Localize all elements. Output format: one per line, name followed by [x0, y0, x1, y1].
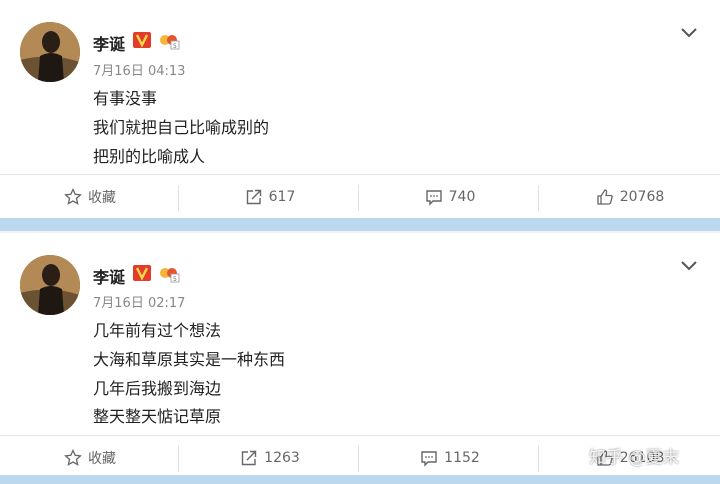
favorite-button[interactable]: 收藏	[0, 175, 180, 219]
author-name[interactable]: 李诞	[93, 264, 125, 288]
repost-button[interactable]: 617	[180, 175, 360, 219]
post-text-line: 把别的比喻成人	[93, 147, 206, 166]
weibo-post: 李诞 5 7月16日 04:13 有事没事 我们就把自己比喻成别的 把别的比喻成…	[0, 0, 720, 218]
post-text-line: 几年前有过个想法	[93, 321, 222, 340]
comment-icon	[421, 451, 437, 467]
crown-badge-icon: 5	[158, 30, 180, 50]
divider	[178, 446, 179, 472]
repost-icon	[241, 450, 257, 466]
svg-text:5: 5	[173, 276, 177, 283]
like-icon	[597, 189, 613, 205]
repost-icon	[246, 189, 261, 205]
post-text-line: 整天整天惦记草原	[93, 407, 222, 426]
comment-button[interactable]: 740	[360, 175, 540, 219]
star-icon	[64, 449, 82, 466]
divider	[538, 446, 539, 472]
avatar[interactable]	[20, 255, 80, 315]
star-icon	[64, 188, 82, 205]
crown-badge-icon: 5	[158, 263, 180, 283]
repost-count: 1263	[264, 450, 300, 466]
post-separator	[0, 218, 720, 233]
svg-text:5: 5	[173, 43, 177, 50]
bottom-separator	[0, 475, 720, 484]
divider	[538, 185, 539, 211]
favorite-label: 收藏	[88, 451, 116, 467]
favorite-button[interactable]: 收藏	[0, 436, 180, 480]
post-text-line: 有事没事	[93, 89, 158, 108]
divider	[178, 185, 179, 211]
comment-icon	[425, 190, 442, 206]
avatar-image	[20, 22, 80, 82]
post-text-line: 几年后我搬到海边	[93, 379, 222, 398]
watermark: 知乎 @夏末	[589, 448, 680, 468]
repost-count: 617	[268, 189, 296, 205]
chevron-down-icon[interactable]	[680, 24, 698, 38]
comment-count: 1152	[444, 450, 480, 466]
post-text-line: 大海和草原其实是一种东西	[93, 350, 286, 369]
action-bar: 收藏 617 740 20768	[0, 174, 720, 218]
verified-v-icon	[133, 32, 151, 48]
comment-button[interactable]: 1152	[360, 436, 540, 480]
verified-v-icon	[133, 265, 151, 281]
post-date: 7月16日 04:13	[93, 64, 186, 79]
divider	[358, 185, 359, 211]
divider	[358, 446, 359, 472]
like-count: 20768	[619, 189, 665, 205]
post-date: 7月16日 02:17	[93, 296, 186, 311]
comment-count: 740	[448, 189, 476, 205]
avatar-image	[20, 255, 80, 315]
author-name[interactable]: 李诞	[93, 31, 125, 55]
post-text-line: 我们就把自己比喻成别的	[93, 118, 270, 137]
chevron-down-icon[interactable]	[680, 257, 698, 271]
like-button[interactable]: 20768	[540, 175, 720, 219]
repost-button[interactable]: 1263	[180, 436, 360, 480]
favorite-label: 收藏	[88, 190, 116, 206]
avatar[interactable]	[20, 22, 80, 82]
